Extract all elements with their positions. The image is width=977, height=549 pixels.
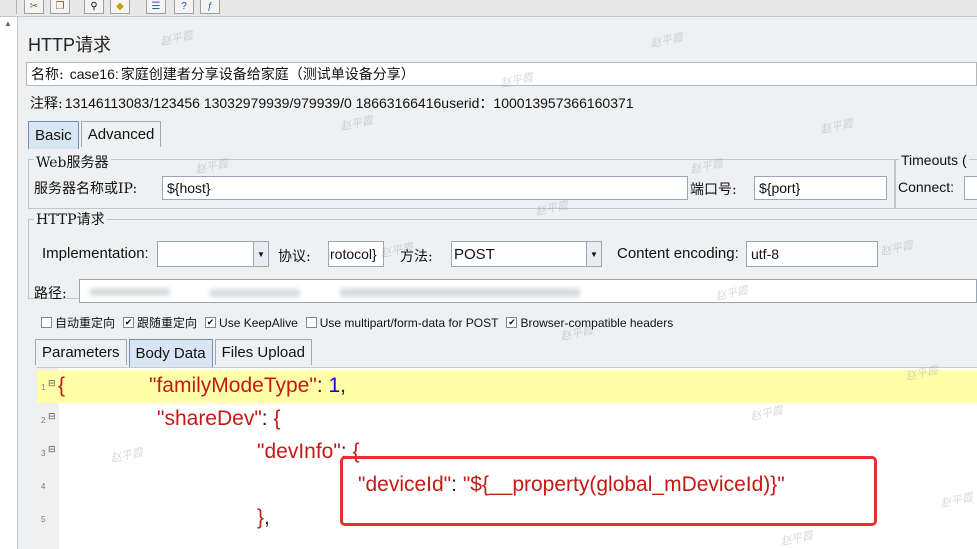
toolbar: ✂ ❐ ⚲ ◆ ☰ ? ƒ [0, 0, 977, 17]
path-input[interactable] [79, 279, 977, 303]
annotation-highlight-box [340, 456, 877, 526]
encoding-label: Content encoding: [617, 245, 739, 262]
server-label: 服务器名称或IP: [34, 181, 138, 197]
list-icon[interactable]: ☰ [146, 0, 166, 14]
copy-icon[interactable]: ❐ [50, 0, 70, 14]
redirect-options: 自动重定向 ✔ 跟随重定向 ✔ Use KeepAlive Use multip… [41, 314, 673, 331]
follow-redirect-checkbox[interactable]: ✔ 跟随重定向 [123, 314, 197, 331]
search-icon[interactable]: ⚲ [84, 0, 104, 14]
method-select[interactable]: POST ▼ [451, 241, 602, 267]
multipart-checkbox[interactable]: Use multipart/form-data for POST [305, 314, 498, 331]
port-input[interactable]: ${port} [754, 176, 887, 200]
code-line[interactable]: 2 ⊟ "shareDev": { [37, 403, 977, 436]
implementation-label: Implementation: [42, 245, 149, 262]
test-plan-tree[interactable]: ▲ [0, 17, 18, 549]
collapse-arrow-icon[interactable]: ▲ [4, 19, 12, 28]
name-field[interactable]: 名称: case16: 家庭创建者分享设备给家庭（测试单设备分享） [26, 62, 977, 86]
method-label: 方法: [400, 249, 433, 265]
name-label: 名称: [31, 67, 64, 83]
checkbox-checked-icon[interactable]: ✔ [123, 317, 135, 328]
tab-parameters[interactable]: Parameters [35, 339, 127, 365]
implementation-select[interactable]: ▼ [157, 241, 269, 267]
connect-label: Connect: [898, 179, 955, 195]
checkbox-icon[interactable] [41, 317, 52, 328]
protocol-label: 协议: [278, 249, 311, 265]
checkbox-checked-icon[interactable]: ✔ [205, 317, 217, 328]
web-server-title: Web服务器 [34, 152, 111, 172]
function-icon[interactable]: ƒ [200, 0, 220, 14]
checkbox-icon[interactable] [305, 317, 317, 328]
method-value: POST [454, 245, 495, 263]
port-label: 端口号: [690, 182, 737, 198]
tab-basic[interactable]: Basic [28, 121, 79, 149]
name-value-prefix: case16: [69, 66, 119, 82]
auto-redirect-checkbox[interactable]: 自动重定向 [41, 314, 115, 331]
path-label: 路径: [34, 286, 67, 302]
tab-files-upload[interactable]: Files Upload [214, 339, 312, 365]
tab-body-data[interactable]: Body Data [128, 339, 213, 367]
comment-value: 13146113083/123456 13032979939/979939/0 … [64, 95, 634, 111]
cut-icon[interactable]: ✂ [24, 0, 44, 14]
body-tabs: Parameters Body Data Files Upload [35, 339, 314, 367]
server-input[interactable]: ${host} [162, 176, 688, 200]
main-tabs: Basic Advanced [28, 121, 163, 149]
http-request-title: HTTP请求 [34, 209, 107, 229]
code-line[interactable]: 1 ⊟ { "familyModeType": 1, [37, 370, 977, 403]
connect-input[interactable] [964, 176, 977, 200]
encoding-input[interactable]: utf-8 [746, 241, 878, 267]
fold-icon[interactable]: ⊟ [48, 378, 56, 389]
browser-headers-checkbox[interactable]: ✔ Browser-compatible headers [506, 314, 673, 331]
toolbar-separator [16, 0, 17, 14]
protocol-input[interactable]: rotocol} [328, 241, 384, 267]
clear-icon[interactable]: ◆ [110, 0, 130, 14]
help-icon[interactable]: ? [174, 0, 194, 14]
fold-icon[interactable]: ⊟ [48, 411, 56, 422]
timeouts-title: Timeouts ( [899, 152, 969, 168]
page-title: HTTP请求 [28, 35, 111, 55]
checkbox-checked-icon[interactable]: ✔ [506, 317, 518, 328]
chevron-down-icon[interactable]: ▼ [253, 242, 268, 266]
keepalive-checkbox[interactable]: ✔ Use KeepAlive [205, 314, 298, 331]
name-value-text: 家庭创建者分享设备给家庭（测试单设备分享） [120, 67, 415, 83]
tab-advanced[interactable]: Advanced [80, 121, 162, 147]
fold-icon[interactable]: ⊟ [48, 444, 56, 455]
comment-field[interactable]: 注释: 13146113083/123456 13032979939/97993… [26, 91, 977, 115]
chevron-down-icon[interactable]: ▼ [586, 242, 601, 266]
comment-label: 注释: [30, 96, 63, 112]
